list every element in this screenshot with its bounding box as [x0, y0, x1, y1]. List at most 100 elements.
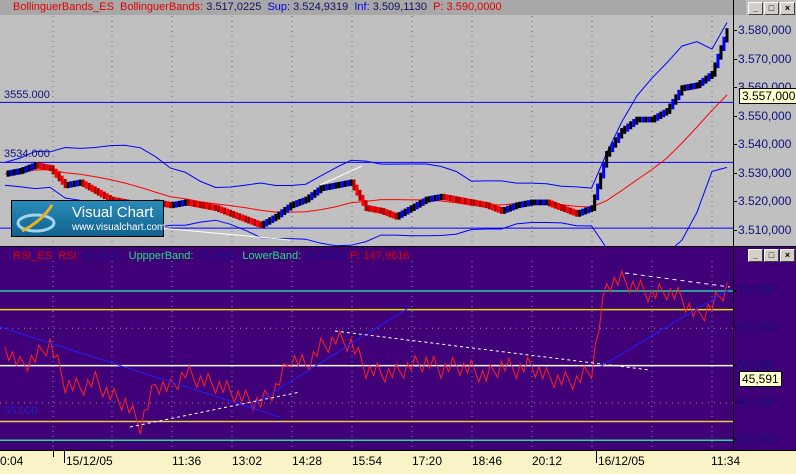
price-bar: [418, 200, 422, 208]
price-bar: [421, 198, 425, 206]
price-bar: [403, 208, 407, 217]
price-bar: [517, 201, 521, 209]
price-bar: [304, 196, 308, 204]
price-bar: [202, 202, 206, 209]
price-bar: [611, 141, 615, 153]
price-bar: [361, 195, 365, 206]
price-bar: [226, 208, 230, 216]
price-panel: BollinguerBands_ES BollinguerBands: 3.51…: [0, 0, 796, 246]
price-bar: [292, 201, 296, 209]
price-bar: [535, 199, 539, 206]
price-bar: [66, 181, 70, 189]
price-bar: [563, 205, 567, 213]
price-bar: [244, 215, 248, 223]
price-bar: [629, 121, 633, 130]
minimize-button[interactable]: _: [748, 2, 763, 15]
rsi-tick: 60,000: [733, 320, 775, 334]
bb-value: 3.517,0225: [206, 1, 262, 13]
price-bar: [51, 165, 55, 175]
price-bar: [725, 28, 729, 43]
price-bar: [75, 180, 79, 187]
price-bar: [358, 189, 362, 201]
price-bar: [45, 164, 49, 171]
time-label: 14:28: [292, 454, 323, 468]
price-bar: [60, 175, 64, 185]
price-bar: [87, 183, 91, 191]
price-bar: [602, 161, 606, 179]
price-bar: [78, 179, 82, 186]
price-bar: [15, 168, 19, 175]
price-bar: [439, 193, 443, 201]
price-tick: 3.550,000: [732, 109, 792, 123]
price-bar: [337, 181, 341, 189]
price-bar: [665, 108, 669, 116]
price-bar: [719, 45, 723, 60]
price-bar: [505, 205, 509, 213]
price-tick: 3.540,000: [732, 137, 792, 151]
price-bar: [196, 201, 200, 208]
logo-swoosh-icon: [16, 204, 56, 233]
price-bar: [388, 210, 392, 218]
price-bar: [280, 209, 284, 218]
price-bar: [659, 111, 663, 119]
price-bar: [529, 199, 533, 206]
upper-band-label: UppperBand:: [128, 250, 194, 262]
price-bar: [511, 203, 515, 211]
price-bar: [54, 168, 58, 178]
rsi-trendline: [0, 326, 281, 418]
price-bar: [168, 201, 172, 209]
price-bar: [677, 89, 681, 101]
rsi-trendline: [334, 330, 651, 371]
price-bar: [427, 196, 431, 203]
price-bar: [364, 200, 368, 211]
price-bar: [436, 194, 440, 201]
price-bar: [626, 123, 630, 132]
price-bar: [548, 199, 552, 207]
rsi-chart: [0, 261, 733, 450]
price-bar: [701, 77, 705, 86]
price-tick: 3.530,000: [732, 166, 792, 180]
bb-label: BollinguerBands:: [120, 1, 204, 13]
price-bar: [707, 73, 711, 82]
time-label: 15:54: [352, 454, 383, 468]
p-label: P:: [433, 1, 444, 13]
price-bar: [229, 209, 233, 217]
rsi-label: RSI:: [58, 250, 80, 262]
price-bar: [523, 200, 527, 207]
rsi-panel: RSI_ES RSI: 56,9013 UppperBand: 70,0000 …: [0, 247, 796, 450]
price-bar: [469, 199, 473, 206]
price-bar: [647, 116, 651, 123]
price-bar: [72, 180, 76, 187]
logo-url: www.visualchart.com: [72, 222, 166, 233]
price-bar: [409, 205, 413, 213]
price-bar: [328, 183, 332, 190]
price-bar: [63, 179, 67, 189]
price-bar: [502, 207, 506, 214]
price-bar: [472, 199, 476, 206]
price-bar: [569, 207, 573, 215]
price-bar: [379, 207, 383, 214]
close-button[interactable]: ×: [780, 249, 795, 262]
close-button[interactable]: ×: [780, 2, 795, 15]
price-bar: [367, 205, 371, 212]
maximize-button[interactable]: □: [764, 249, 779, 262]
price-tick: 3.520,000: [732, 194, 792, 208]
minimize-button[interactable]: _: [748, 249, 763, 262]
price-bar: [493, 204, 497, 212]
price-bar: [286, 204, 290, 213]
level-label-35: 35.000: [4, 405, 38, 417]
price-bar: [632, 119, 636, 127]
price-bar: [581, 208, 585, 216]
sup-value: 3.524,9319: [293, 1, 349, 13]
price-bar: [662, 109, 666, 118]
price-bar: [316, 187, 320, 196]
price-bar: [24, 165, 28, 173]
price-bar: [283, 207, 287, 215]
price-bar: [39, 163, 43, 170]
price-bar: [33, 162, 37, 170]
price-bar: [12, 169, 16, 176]
rsi-line: [4, 269, 728, 435]
price-bar: [385, 209, 389, 217]
price-bar: [199, 201, 203, 209]
maximize-button[interactable]: □: [764, 2, 779, 15]
